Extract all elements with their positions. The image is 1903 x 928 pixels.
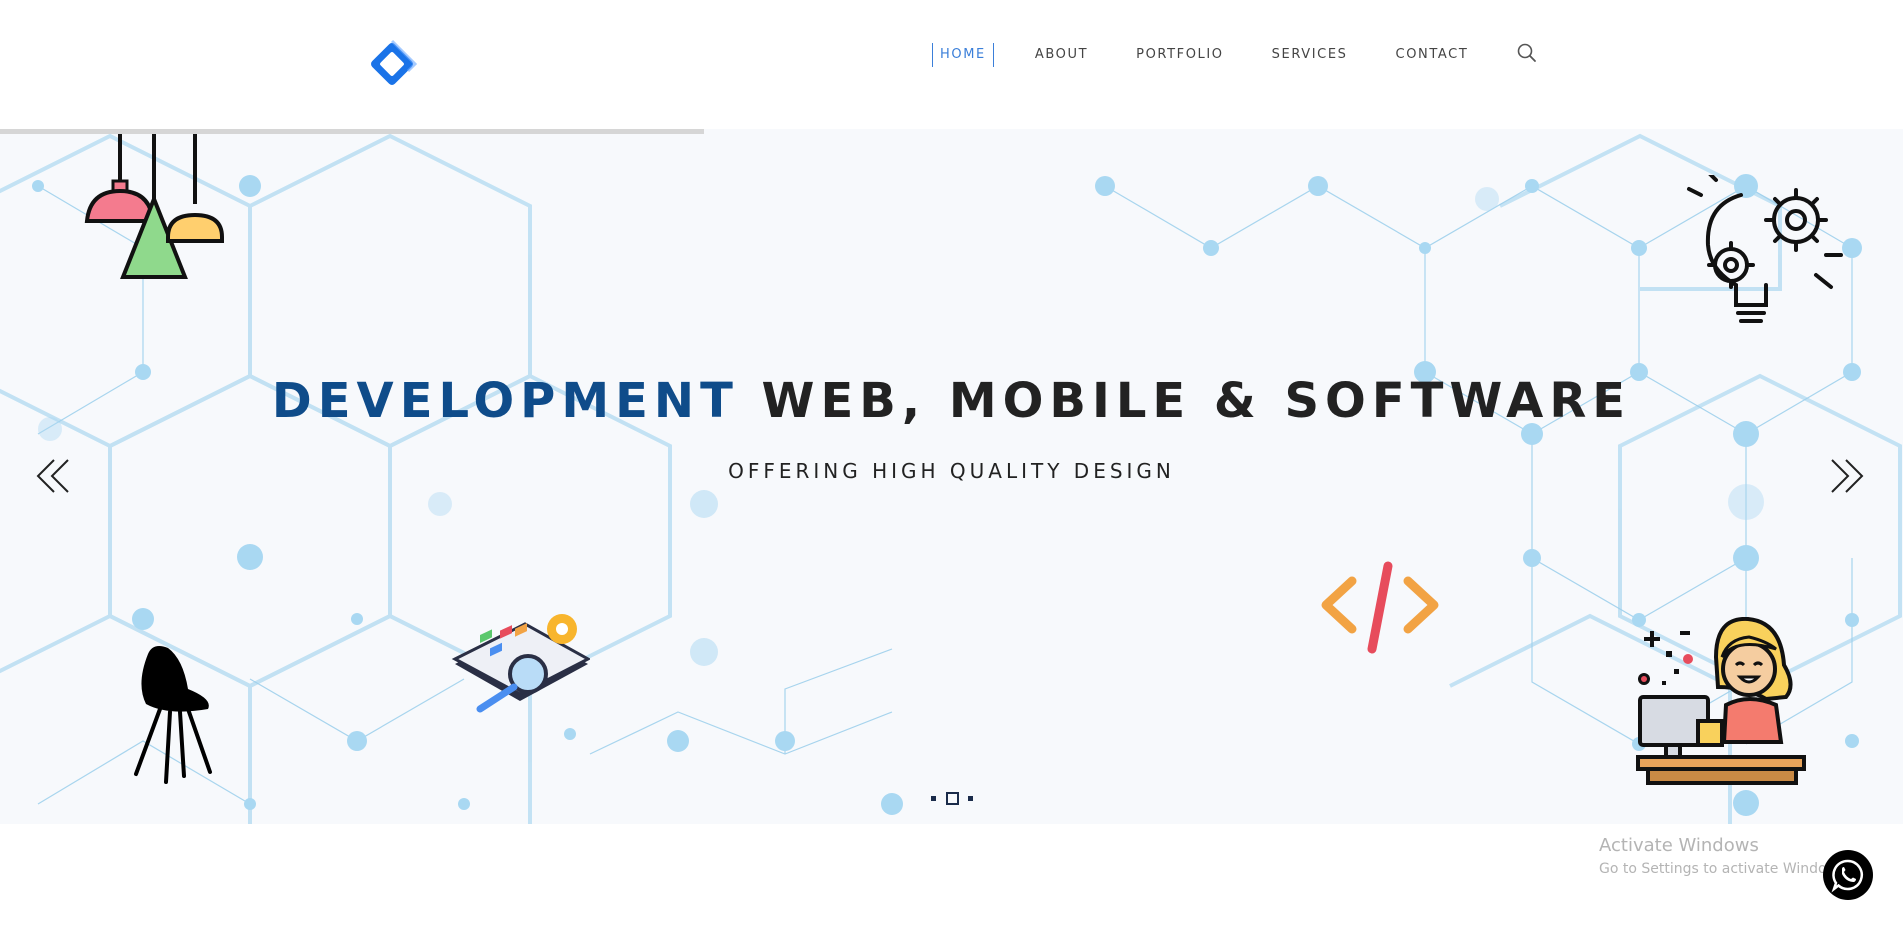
- lightbulb-gears-icon: [1687, 175, 1843, 323]
- search-icon[interactable]: [1516, 42, 1538, 64]
- hero-title: DEVELOPMENT WEB, MOBILE & SOFTWARE: [0, 373, 1903, 429]
- main-nav: HOME ABOUT PORTFOLIO SERVICES CONTACT: [932, 42, 1509, 68]
- nav-about[interactable]: ABOUT: [1028, 43, 1095, 67]
- windows-activation-title: Activate Windows: [1599, 835, 1759, 856]
- hero-title-accent: DEVELOPMENT: [271, 373, 739, 429]
- page: HOME ABOUT PORTFOLIO SERVICES CONTACT DE…: [0, 0, 1903, 928]
- slider-dot-2[interactable]: [945, 791, 959, 805]
- nav-services[interactable]: SERVICES: [1265, 43, 1355, 67]
- chair-icon: [134, 646, 212, 784]
- slider-dot-1[interactable]: [931, 795, 936, 801]
- hero-slider: DEVELOPMENT WEB, MOBILE & SOFTWARE OFFER…: [0, 129, 1903, 824]
- hero-subtitle: OFFERING HIGH QUALITY DESIGN: [728, 459, 1175, 483]
- app-search-illustration: [451, 614, 590, 713]
- hero-title-rest: WEB, MOBILE & SOFTWARE: [761, 373, 1632, 429]
- code-tag-icon: [1321, 561, 1439, 654]
- whatsapp-icon[interactable]: [1823, 850, 1873, 900]
- logo-icon[interactable]: [364, 36, 420, 92]
- slider-pagination: [931, 791, 973, 805]
- slider-dot-3[interactable]: [968, 795, 973, 801]
- double-chevron-right-icon[interactable]: [1826, 454, 1866, 498]
- site-header: HOME ABOUT PORTFOLIO SERVICES CONTACT: [0, 0, 1903, 129]
- nav-home[interactable]: HOME: [932, 43, 994, 67]
- nav-contact[interactable]: CONTACT: [1389, 43, 1476, 67]
- double-chevron-left-icon[interactable]: [34, 454, 74, 498]
- developer-girl-illustration: [1636, 617, 1806, 785]
- nav-portfolio[interactable]: PORTFOLIO: [1129, 43, 1231, 67]
- pendant-lamps-icon: [84, 129, 224, 279]
- slider-progress-bar: [0, 129, 704, 134]
- windows-activation-subtitle: Go to Settings to activate Windows.: [1599, 861, 1829, 877]
